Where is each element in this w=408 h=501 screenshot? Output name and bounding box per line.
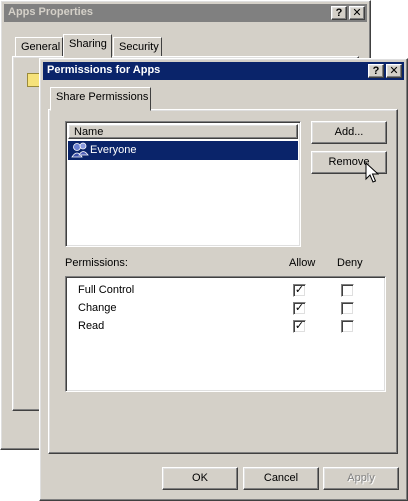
apps-properties-titlebar: Apps Properties ? ✕	[4, 4, 367, 22]
check-icon: ✓	[294, 284, 305, 296]
permission-label-full-control: Full Control	[78, 284, 135, 296]
deny-checkbox-full-control[interactable]	[341, 284, 354, 297]
permission-label-read: Read	[78, 320, 105, 332]
mouse-pointer-icon	[365, 162, 379, 183]
allow-checkbox-change[interactable]: ✓	[293, 302, 306, 315]
check-icon: ✓	[294, 320, 305, 332]
tab-sharing-label: Sharing	[69, 38, 107, 50]
permission-label-change: Change	[78, 302, 117, 314]
names-list[interactable]: Name Everyone	[65, 121, 301, 247]
deny-checkbox-change[interactable]	[341, 302, 354, 315]
permissions-list[interactable]: Full Control ✓ Change ✓ Read ✓	[65, 276, 386, 392]
apply-button-label: Apply	[347, 472, 375, 484]
allow-checkbox-read[interactable]: ✓	[293, 320, 306, 333]
tab-general-label: General	[21, 41, 61, 53]
names-column-header-label: Name	[74, 126, 104, 138]
cancel-button-label: Cancel	[263, 472, 299, 484]
remove-button-label: Remove	[328, 156, 370, 168]
names-column-header[interactable]: Name	[68, 124, 298, 139]
list-item-everyone[interactable]: Everyone	[68, 141, 298, 160]
deny-column-header: Deny	[337, 257, 363, 269]
deny-checkbox-read[interactable]	[341, 320, 354, 333]
tab-security-label: Security	[119, 41, 159, 53]
permissions-title: Permissions for Apps	[47, 64, 161, 76]
allow-checkbox-full-control[interactable]: ✓	[293, 284, 306, 297]
help-icon: ?	[335, 7, 343, 19]
dialog-close-icon: ✕	[389, 65, 399, 77]
add-button-label: Add...	[334, 126, 364, 138]
dialog-help-icon: ?	[372, 65, 380, 77]
cancel-button[interactable]: Cancel	[243, 467, 319, 490]
close-icon: ✕	[352, 7, 362, 19]
check-icon: ✓	[294, 302, 305, 314]
dialog-close-button[interactable]: ✕	[386, 64, 402, 78]
apply-button[interactable]: Apply	[323, 467, 399, 490]
tab-general[interactable]: General	[15, 37, 63, 57]
tab-share-permissions-label: Share Permissions	[56, 91, 149, 103]
dialog-help-button[interactable]: ?	[368, 64, 384, 78]
users-group-icon	[71, 142, 89, 158]
list-item-label: Everyone	[90, 144, 137, 156]
permissions-dialog: Permissions for Apps ? ✕ Share Permissio…	[39, 58, 408, 501]
permissions-label: Permissions:	[65, 257, 128, 269]
permissions-titlebar: Permissions for Apps ? ✕	[43, 62, 404, 80]
share-permissions-panel: Name Everyone Add... Remove Permissions:…	[48, 109, 398, 454]
apps-properties-title: Apps Properties	[8, 6, 93, 18]
tab-sharing[interactable]: Sharing	[63, 34, 112, 58]
ok-button-label: OK	[192, 472, 208, 484]
tab-security[interactable]: Security	[113, 37, 162, 57]
close-button[interactable]: ✕	[349, 6, 365, 20]
tab-share-permissions[interactable]: Share Permissions	[50, 87, 151, 111]
ok-button[interactable]: OK	[162, 467, 238, 490]
help-button[interactable]: ?	[331, 6, 347, 20]
add-button[interactable]: Add...	[311, 121, 387, 144]
allow-column-header: Allow	[289, 257, 316, 269]
